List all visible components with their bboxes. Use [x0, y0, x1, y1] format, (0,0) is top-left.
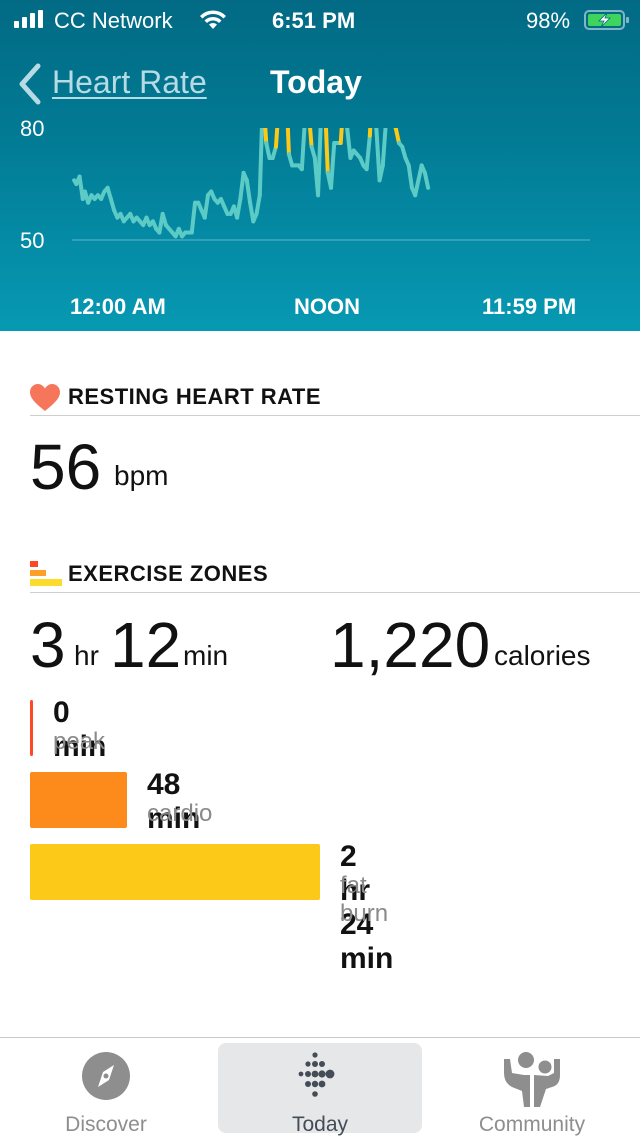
- x-tick-label: 11:59 PM: [482, 294, 577, 319]
- battery-percent: 98%: [526, 8, 571, 33]
- tab-today[interactable]: Today: [218, 1043, 422, 1136]
- clock: 6:51 PM: [272, 8, 356, 33]
- heart-rate-line-segment: [374, 128, 382, 183]
- x-tick-label: 12:00 AM: [70, 294, 166, 319]
- tab-label: Discover: [65, 1113, 147, 1136]
- chevron-left-icon[interactable]: [16, 62, 44, 106]
- heart-rate-line-segment: [345, 128, 353, 160]
- section-title: EXERCISE ZONES: [68, 561, 269, 586]
- y-tick-label: 50: [20, 228, 45, 253]
- heart-rate-header: CC Network 6:51 PM 98% Heart Rate Today: [0, 0, 640, 331]
- calories-value: 1,220: [330, 609, 491, 681]
- zone-label: peak: [53, 728, 106, 755]
- compass-icon: [82, 1052, 130, 1100]
- heart-rate-line-segment: [367, 128, 373, 138]
- heart-rate-line-segment: [380, 128, 388, 168]
- minutes-unit: min: [183, 640, 229, 671]
- heart-rate-line-segment: [422, 170, 431, 190]
- heart-rate-line-segment: [393, 128, 401, 146]
- fitbit-dots-icon: [298, 1052, 335, 1097]
- tab-bar: Discover Today Community: [0, 1037, 640, 1136]
- resting-heart-rate-unit: bpm: [114, 460, 169, 491]
- x-tick-label: NOON: [294, 294, 360, 319]
- page-title: Today: [270, 64, 362, 100]
- heart-rate-line-segment: [238, 170, 246, 201]
- zone-bar-cardio: [30, 772, 127, 828]
- heart-rate-line-segment: [338, 128, 344, 146]
- section-title: RESTING HEART RATE: [68, 384, 322, 409]
- resting-heart-rate-value: 56: [30, 431, 102, 503]
- battery-charging-icon: [584, 10, 629, 30]
- zone-label: cardio: [147, 800, 213, 827]
- community-icon: [504, 1052, 560, 1107]
- status-bar: CC Network 6:51 PM 98%: [0, 0, 640, 40]
- heart-rate-line-segment: [285, 128, 291, 157]
- carrier-name: CC Network: [54, 8, 173, 33]
- back-button[interactable]: Heart Rate: [52, 64, 207, 101]
- tab-label: Community: [478, 1113, 586, 1136]
- zone-bar-fat-burn: [30, 844, 320, 900]
- tab-discover[interactable]: Discover: [4, 1043, 208, 1136]
- heart-rate-line-segment: [323, 128, 330, 175]
- heart-rate-line-segment: [364, 133, 372, 172]
- heart-rate-line-segment: [316, 128, 323, 198]
- calories-unit: calories: [494, 640, 591, 671]
- total-hours-value: 3: [30, 609, 66, 681]
- heart-rate-line-segment: [413, 178, 421, 198]
- heart-rate-line-segment: [244, 178, 253, 205]
- heart-rate-line-segment: [273, 128, 280, 149]
- heart-rate-line-segment: [202, 193, 210, 220]
- heart-rate-line-segment: [299, 128, 307, 172]
- zone-label: fat burn: [340, 872, 389, 927]
- total-minutes-value: 12: [110, 609, 182, 681]
- y-tick-label: 80: [20, 116, 45, 142]
- wifi-icon: [200, 10, 226, 29]
- tab-label: Today: [291, 1113, 349, 1136]
- heart-rate-line-segment: [189, 200, 198, 235]
- heart-rate-line-segment: [264, 141, 272, 160]
- heart-rate-line-segment: [254, 193, 262, 216]
- exercise-zones-header: EXERCISE ZONES: [30, 559, 640, 593]
- hours-unit: hr: [74, 640, 99, 671]
- heart-rate-chart[interactable]: 80 50 12:00 AM NOON 11:59 PM: [0, 116, 640, 328]
- zone-bar-peak: [30, 700, 33, 756]
- heart-rate-line-segment: [406, 163, 414, 190]
- exercise-zones-icon: [30, 561, 62, 586]
- heart-rate-line-segment: [308, 128, 314, 149]
- heart-rate-line-segment: [235, 196, 243, 220]
- heart-rate-line-segment: [257, 128, 264, 198]
- heart-icon: [30, 384, 60, 411]
- heart-rate-line-segment: [329, 141, 337, 190]
- tab-community[interactable]: Community: [430, 1043, 634, 1136]
- resting-heart-rate-header: RESTING HEART RATE: [30, 382, 640, 416]
- navigation-bar: Heart Rate Today: [0, 58, 640, 110]
- signal-bars-icon: [14, 10, 43, 28]
